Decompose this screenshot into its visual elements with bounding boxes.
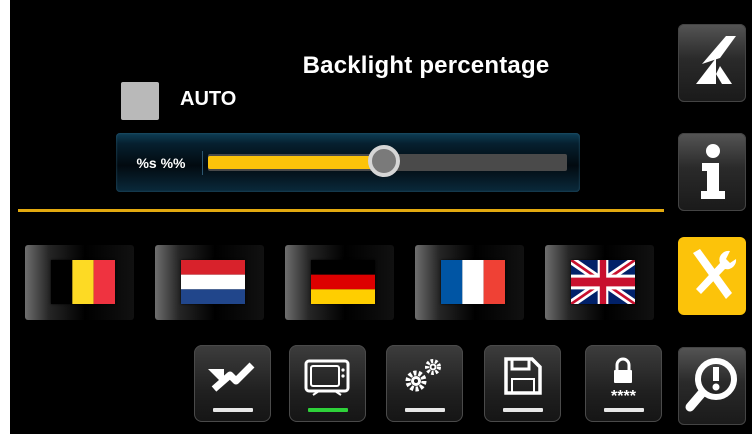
password-mask: **** — [611, 388, 637, 405]
belgium-flag-icon — [51, 260, 115, 304]
toolbar-indicator — [503, 408, 543, 412]
info-icon — [701, 144, 725, 199]
tools-icon — [693, 249, 737, 299]
password-button[interactable]: **** — [585, 345, 662, 422]
netherlands-flag-icon — [181, 260, 245, 304]
toolbar-indicator — [604, 408, 644, 412]
settings-button[interactable] — [386, 345, 463, 422]
password-lock-icon: **** — [611, 357, 637, 405]
page-title: Backlight percentage — [302, 52, 550, 79]
auto-checkbox[interactable] — [121, 82, 159, 120]
sidebar-logo-button[interactable] — [678, 24, 746, 102]
slider-handle[interactable] — [367, 145, 400, 177]
backlight-slider[interactable] — [208, 145, 567, 177]
diagnostics-icon — [685, 358, 737, 412]
language-button-belgium[interactable] — [25, 245, 134, 320]
germany-flag-icon — [311, 260, 375, 304]
gears-icon — [405, 359, 441, 392]
slider-fill — [208, 156, 384, 169]
language-button-uk[interactable] — [545, 245, 654, 320]
settings-screen: Backlight percentage AUTO %s %% **** — [10, 0, 752, 434]
language-button-france[interactable] — [415, 245, 524, 320]
display-icon — [304, 359, 350, 396]
calibrate-button[interactable] — [194, 345, 271, 422]
logo-icon — [696, 36, 736, 84]
sidebar-tools-button[interactable] — [678, 237, 746, 315]
uk-flag-icon — [571, 260, 635, 304]
calibrate-icon — [208, 362, 255, 392]
toolbar-indicator — [405, 408, 445, 412]
language-button-netherlands[interactable] — [155, 245, 264, 320]
toolbar-indicator — [213, 408, 253, 412]
slider-value-label: %s %% — [120, 151, 203, 175]
sidebar-info-button[interactable] — [678, 133, 746, 211]
backlight-slider-panel: %s %% — [116, 133, 580, 192]
france-flag-icon — [441, 260, 505, 304]
toolbar-indicator-selected — [308, 408, 348, 412]
auto-label: AUTO — [180, 88, 237, 110]
sidebar-diagnostics-button[interactable] — [678, 347, 746, 425]
display-button[interactable] — [289, 345, 366, 422]
language-button-germany[interactable] — [285, 245, 394, 320]
save-icon — [504, 357, 542, 395]
divider — [18, 209, 664, 212]
save-button[interactable] — [484, 345, 561, 422]
